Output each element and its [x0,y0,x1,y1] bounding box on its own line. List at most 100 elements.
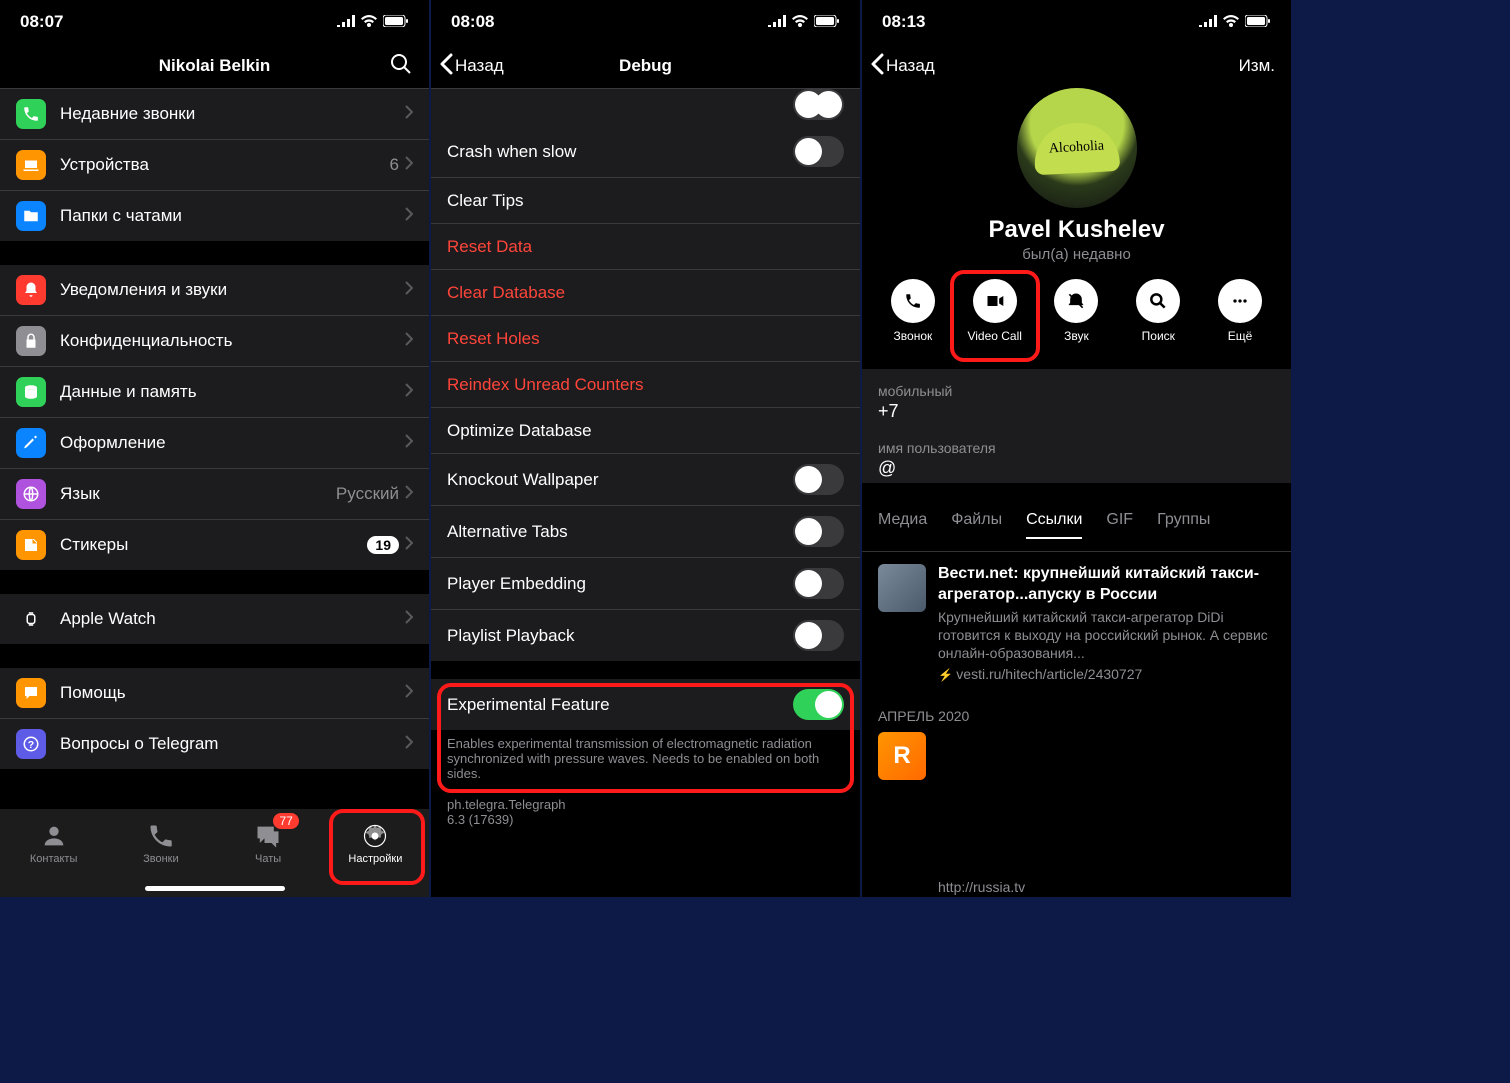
media-tab[interactable]: Медиа [878,511,927,539]
settings-row[interactable]: Оформление [0,417,429,468]
link-item[interactable]: Вести.net: крупнейший китайский такси-аг… [862,552,1291,694]
avatar[interactable]: Alcoholia [1017,88,1137,208]
chevron-left-icon [439,53,453,80]
settings-row[interactable]: Язык Русский [0,468,429,519]
wifi-icon [361,12,377,32]
link-item[interactable]: R [862,732,1291,788]
debug-row[interactable]: Reset Holes [431,315,860,361]
nav-bar: Nikolai Belkin [0,44,429,88]
search-icon[interactable] [389,52,413,81]
toggle-switch[interactable] [793,89,844,120]
debug-row[interactable]: Reset Data [431,223,860,269]
row-label: Стикеры [60,535,367,555]
action-more[interactable]: Ещё [1204,279,1276,343]
tab-label: Чаты [255,853,281,865]
toggle-switch[interactable] [793,568,844,599]
link-thumbnail: R [878,732,926,780]
toggle-switch[interactable] [793,136,844,167]
back-button[interactable]: Назад [870,53,935,80]
debug-row[interactable]: Playlist Playback [431,609,860,661]
action-label: Звонок [894,329,933,343]
action-row: Звонок Video Call Звук Поиск Ещё [862,263,1291,353]
tab-settings[interactable]: Настройки [322,809,429,877]
media-tab[interactable]: GIF [1106,511,1133,539]
toggle-switch[interactable] [793,620,844,651]
back-button[interactable]: Назад [439,53,504,80]
toggle-switch[interactable] [793,516,844,547]
settings-row[interactable]: Стикеры 19 [0,519,429,570]
more-icon [1218,279,1262,323]
action-mute[interactable]: Звук [1040,279,1112,343]
tabs-container: Контакты Звонки Чаты 77 Настройки [0,809,429,877]
settings-row[interactable]: Данные и память [0,366,429,417]
debug-row[interactable]: Clear Database [431,269,860,315]
contacts-icon [40,822,68,853]
row-badge: 19 [367,536,399,554]
tab-chats[interactable]: Чаты 77 [215,809,322,877]
status-bar: 08:13 [862,0,1291,44]
settings-row[interactable]: Apple Watch [0,594,429,644]
chevron-right-icon [405,207,413,226]
debug-row[interactable]: Reindex Unread Counters [431,361,860,407]
chevron-right-icon [405,281,413,300]
username-value[interactable]: @ [878,458,1275,479]
rows-g4: Помощь ? Вопросы о Telegram [0,668,429,769]
debug-row[interactable]: Player Embedding [431,557,860,609]
lock-icon [16,326,46,356]
settings-row[interactable]: Папки с чатами [0,190,429,241]
debug-row[interactable]: Optimize Database [431,407,860,453]
app-version: ph.telegra.Telegraph 6.3 (17639) [431,787,860,847]
tab-badge: 77 [273,813,298,829]
svg-text:?: ? [28,739,34,751]
experimental-feature-row[interactable]: Experimental Feature [431,679,860,730]
status-bar: 08:07 [0,0,429,44]
row-label: Недавние звонки [60,104,405,124]
rows-g3: Apple Watch [0,594,429,644]
row-label: Конфиденциальность [60,331,405,351]
row-label: Устройства [60,155,390,175]
row-label: Knockout Wallpaper [447,470,793,490]
mobile-value[interactable]: +7 [878,401,1275,422]
action-video[interactable]: Video Call [959,279,1031,343]
row-detail: 6 [390,155,399,175]
toggle-switch[interactable] [793,464,844,495]
media-tab[interactable]: Файлы [951,511,1002,539]
bell-icon [16,275,46,305]
mobile-label: мобильный [878,383,1275,399]
home-indicator[interactable] [145,886,285,891]
debug-row[interactable]: Alternative Tabs [431,505,860,557]
settings-row[interactable]: Конфиденциальность [0,315,429,366]
status-time: 08:07 [20,12,63,32]
profile-status: был(а) недавно [862,246,1291,263]
row-label: Язык [60,484,336,504]
settings-row[interactable]: Уведомления и звуки [0,265,429,315]
link-url: http://russia.tv [938,879,1025,895]
media-tab[interactable]: Ссылки [1026,511,1082,539]
debug-row[interactable]: Crash when slow [431,126,860,177]
phone-profile: 08:13 Назад Изм. Alcoholia Pavel Kushele… [862,0,1291,897]
chat-icon [16,678,46,708]
debug-row-prev-switch[interactable] [431,89,860,126]
back-label: Назад [455,56,504,76]
tab-label: Звонки [143,853,179,865]
nav-bar: Назад Debug [431,44,860,88]
debug-row[interactable]: Clear Tips [431,177,860,223]
settings-row[interactable]: ? Вопросы о Telegram [0,718,429,769]
settings-row[interactable]: Устройства 6 [0,139,429,190]
action-search[interactable]: Поиск [1122,279,1194,343]
profile-name: Pavel Kushelev [862,216,1291,244]
tab-contacts[interactable]: Контакты [0,809,107,877]
settings-row[interactable]: Недавние звонки [0,89,429,139]
toggle-switch[interactable] [793,689,844,720]
battery-icon [1245,12,1271,32]
debug-row[interactable]: Knockout Wallpaper [431,453,860,505]
settings-row[interactable]: Помощь [0,668,429,718]
video-icon [973,279,1017,323]
media-tabs: Медиа Файлы Ссылки GIF Группы [862,499,1291,552]
chevron-right-icon [405,156,413,175]
media-tab[interactable]: Группы [1157,511,1210,539]
chevron-right-icon [405,434,413,453]
tab-calls[interactable]: Звонки [107,809,214,877]
action-phone[interactable]: Звонок [877,279,949,343]
edit-button[interactable]: Изм. [1239,56,1275,76]
